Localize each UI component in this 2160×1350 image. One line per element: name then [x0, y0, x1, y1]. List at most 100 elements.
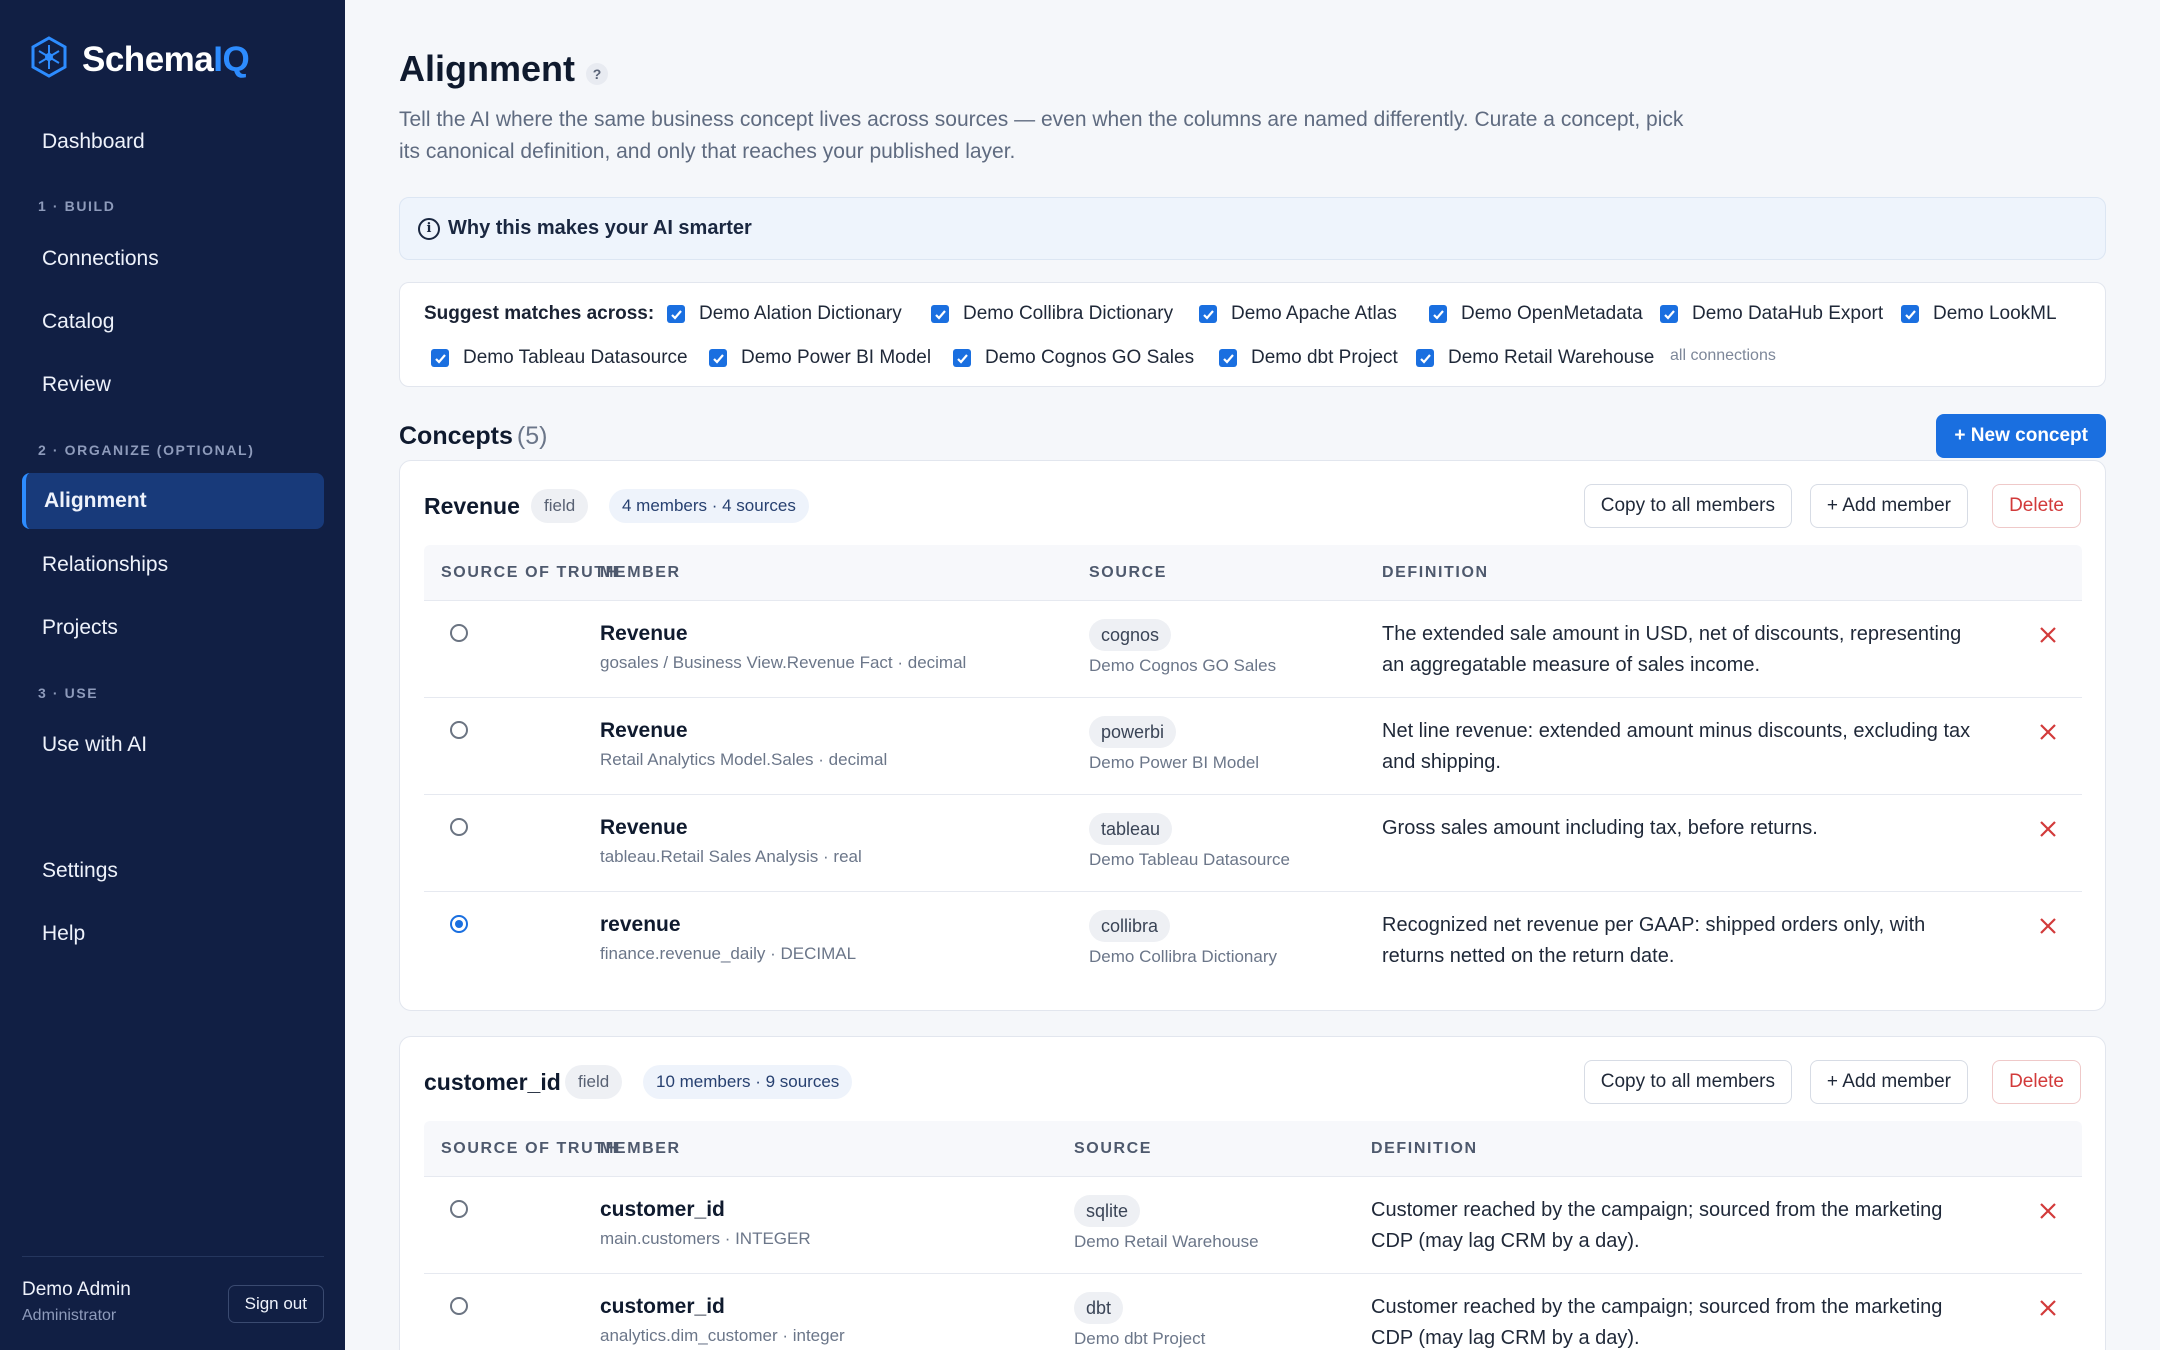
member-path: analytics.dim_customer · integer [600, 1326, 845, 1345]
table-row: revenue finance.revenue_daily · DECIMAL co… [424, 892, 2082, 989]
checkbox-checked-icon[interactable] [709, 349, 727, 367]
source-type-tag: collibra [1089, 910, 1171, 942]
table-row: Revenue gosales / Business View.Revenue F… [424, 601, 2082, 698]
checkbox-checked-icon[interactable] [931, 305, 949, 323]
table-row: customer_id analytics.dim_customer · inte… [424, 1274, 2082, 1350]
nav-item-catalog[interactable]: Catalog [22, 294, 324, 350]
source-checkbox[interactable]: Demo DataHub Export [1660, 303, 1883, 325]
checkbox-checked-icon[interactable] [431, 349, 449, 367]
source-of-truth-radio[interactable] [450, 1297, 468, 1315]
source-checkbox[interactable]: Demo dbt Project [1219, 347, 1398, 369]
table-header: SOURCE OF TRUTH MEMBER SOURCE DEFINITION [424, 545, 2082, 601]
column-header-sot: SOURCE OF TRUTH [441, 1140, 619, 1157]
concept-type-badge: field [531, 489, 589, 523]
source-checkbox-label: Demo Apache Atlas [1231, 303, 1397, 324]
column-header-definition: DEFINITION [1382, 564, 1489, 581]
source-checkbox[interactable]: Demo Alation Dictionary [667, 303, 902, 325]
source-checkbox[interactable]: Demo Power BI Model [709, 347, 931, 369]
all-connections-link[interactable]: all connections [1670, 347, 1776, 365]
info-expander[interactable]: i Why this makes your AI smarter [399, 197, 2106, 260]
source-checkbox-label: Demo Cognos GO Sales [985, 347, 1195, 368]
source-checkbox-label: Demo Retail Warehouse [1448, 347, 1655, 368]
nav-item-connections[interactable]: Connections [22, 231, 324, 287]
checkbox-checked-icon[interactable] [1660, 305, 1678, 323]
add-member-button[interactable]: + Add member [1809, 1060, 1968, 1104]
checkbox-checked-icon[interactable] [1429, 305, 1447, 323]
source-checkbox-label: Demo DataHub Export [1692, 303, 1884, 324]
source-checkbox[interactable]: Demo OpenMetadata [1429, 303, 1643, 325]
checkbox-checked-icon[interactable] [667, 305, 685, 323]
copy-to-all-members-button[interactable]: Copy to all members [1583, 1060, 1792, 1104]
sign-out-button[interactable]: Sign out [227, 1285, 324, 1323]
concept-card: Revenue field 4 members · 4 sources Copy to… [399, 460, 2106, 1011]
member-name: Revenue [600, 816, 688, 839]
source-name: Demo Tableau Datasource [1089, 850, 1290, 869]
source-type-tag: dbt [1074, 1292, 1124, 1324]
remove-member-icon[interactable] [2036, 1199, 2060, 1223]
source-checkbox[interactable]: Demo Cognos GO Sales [953, 347, 1194, 369]
member-path: gosales / Business View.Revenue Fact · d… [600, 653, 967, 672]
member-definition: Recognized net revenue per GAAP: shipped… [1382, 914, 1926, 967]
nav-item-review[interactable]: Review [22, 357, 324, 413]
remove-member-icon[interactable] [2036, 914, 2060, 938]
source-type-tag: powerbi [1089, 716, 1177, 748]
member-name: customer_id [600, 1295, 725, 1318]
suggest-matches-panel: Suggest matches across: Demo Alation Dic… [399, 282, 2106, 387]
member-path: Retail Analytics Model.Sales · decimal [600, 750, 888, 769]
member-path: main.customers · INTEGER [600, 1229, 811, 1248]
nav-section-use: 3 · USE [38, 685, 99, 701]
member-definition: Gross sales amount including tax, before… [1382, 817, 1818, 839]
delete-concept-button[interactable]: Delete [1992, 484, 2081, 528]
member-path: finance.revenue_daily · DECIMAL [600, 944, 857, 963]
source-name: Demo Retail Warehouse [1074, 1232, 1259, 1251]
nav-item-projects[interactable]: Projects [22, 600, 324, 656]
source-of-truth-radio[interactable] [450, 818, 468, 836]
source-checkbox[interactable]: Demo Collibra Dictionary [931, 303, 1173, 325]
nav-item-relationships[interactable]: Relationships [22, 537, 324, 593]
help-icon[interactable]: ? [586, 63, 608, 85]
source-name: Demo Power BI Model [1089, 753, 1260, 772]
source-checkbox-label: Demo Tableau Datasource [463, 347, 688, 368]
checkbox-checked-icon[interactable] [1219, 349, 1237, 367]
member-definition: The extended sale amount in USD, net of … [1382, 623, 1962, 676]
nav-section-organize: 2 · ORGANIZE (OPTIONAL) [38, 442, 255, 458]
page-subtitle: Tell the AI where the same business conc… [399, 108, 1684, 163]
page-title: Alignment [399, 48, 575, 89]
source-checkbox[interactable]: Demo LookML [1901, 303, 2057, 325]
copy-to-all-members-button[interactable]: Copy to all members [1583, 484, 1792, 528]
suggest-label: Suggest matches across: [424, 303, 655, 324]
nav-item-alignment[interactable]: Alignment [22, 473, 324, 529]
checkbox-checked-icon[interactable] [1416, 349, 1434, 367]
nav-item-settings[interactable]: Settings [22, 843, 324, 899]
brand-name: SchemaIQ [82, 39, 250, 79]
source-of-truth-radio[interactable] [450, 721, 468, 739]
source-checkbox[interactable]: Demo Tableau Datasource [431, 347, 688, 369]
checkbox-checked-icon[interactable] [953, 349, 971, 367]
source-checkbox[interactable]: Demo Retail Warehouse [1416, 347, 1654, 369]
table-row: Revenue Retail Analytics Model.Sales · de… [424, 698, 2082, 795]
new-concept-button[interactable]: + New concept [1936, 414, 2106, 458]
sidebar: SchemaIQ Dashboard 1 · BUILD Connections… [0, 0, 345, 1350]
delete-concept-button[interactable]: Delete [1992, 1060, 2081, 1104]
member-definition: Customer reached by the campaign; source… [1371, 1199, 1943, 1252]
remove-member-icon[interactable] [2036, 720, 2060, 744]
brand[interactable]: SchemaIQ [30, 36, 250, 83]
nav-item-dashboard[interactable]: Dashboard [22, 114, 324, 170]
source-checkbox-label: Demo Power BI Model [741, 347, 932, 368]
checkbox-checked-icon[interactable] [1901, 305, 1919, 323]
source-of-truth-radio[interactable] [450, 1200, 468, 1218]
remove-member-icon[interactable] [2036, 1296, 2060, 1320]
source-checkbox[interactable]: Demo Apache Atlas [1199, 303, 1397, 325]
column-header-source: SOURCE [1074, 1140, 1153, 1157]
member-name: customer_id [600, 1198, 725, 1221]
user-footer: Demo Admin Administrator Sign out [22, 1256, 324, 1324]
source-type-tag: sqlite [1074, 1195, 1141, 1227]
add-member-button[interactable]: + Add member [1809, 484, 1968, 528]
source-of-truth-radio[interactable] [450, 915, 468, 933]
remove-member-icon[interactable] [2036, 817, 2060, 841]
source-of-truth-radio[interactable] [450, 624, 468, 642]
remove-member-icon[interactable] [2036, 623, 2060, 647]
nav-item-help[interactable]: Help [22, 906, 324, 962]
checkbox-checked-icon[interactable] [1199, 305, 1217, 323]
nav-item-use-with-ai[interactable]: Use with AI [22, 717, 324, 773]
